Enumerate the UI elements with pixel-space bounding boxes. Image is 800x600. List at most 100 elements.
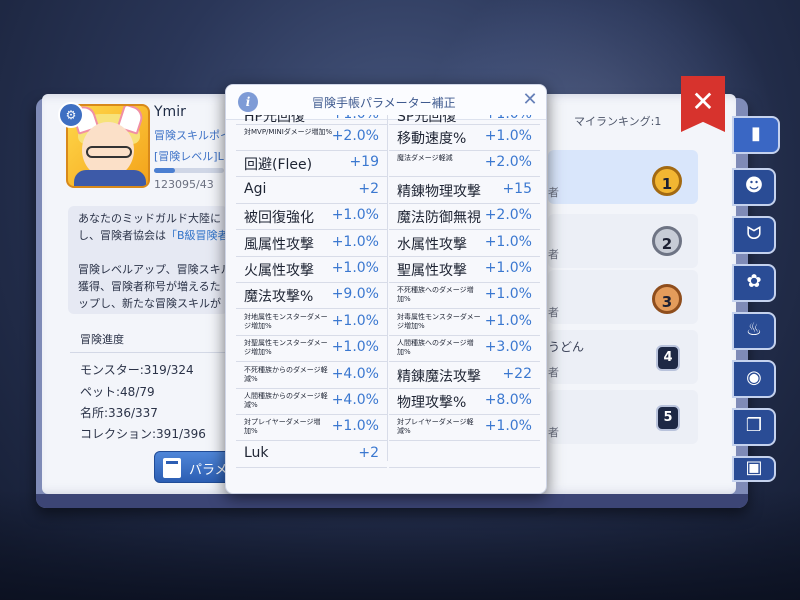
- pet-icon: ✿: [746, 271, 762, 292]
- parameter-cell: 水属性攻撃 +1.0%: [389, 231, 540, 257]
- parameter-cell: 魔法防御無視 +2.0%: [389, 204, 540, 231]
- parameter-label: 魔法防御無視: [397, 210, 481, 227]
- side-tab-monster[interactable]: ☻: [732, 168, 776, 206]
- modal-title: 冒険手帳パラメーター補正: [312, 96, 456, 110]
- adventure-level: [冒険レベル]L: [154, 150, 224, 163]
- parameter-value: +1.0%: [484, 233, 532, 250]
- parameter-label: Luk: [244, 444, 269, 461]
- parameter-value: +1.0%: [484, 312, 532, 329]
- parameter-value: +4.0%: [331, 392, 379, 408]
- avatar-coat: [74, 170, 146, 186]
- info-icon[interactable]: i: [238, 92, 258, 112]
- parameter-label: 回避(Flee): [244, 157, 313, 174]
- parameter-value: +3.0%: [484, 339, 532, 356]
- collection-icon: ❐: [745, 415, 763, 436]
- ranking-subtitle: 者: [548, 366, 559, 379]
- extra-icon: ▣: [745, 457, 763, 478]
- parameter-value: +9.0%: [331, 286, 379, 303]
- guild-badge-icon: ⚙: [58, 102, 84, 128]
- parameter-label: 不死種族へのダメージ増加%: [397, 286, 474, 304]
- side-tab-collection[interactable]: ❐: [732, 408, 776, 446]
- parameter-value: +1.0%: [484, 286, 532, 303]
- divider: [70, 352, 226, 353]
- parameter-cell: 聖属性攻撃 +1.0%: [389, 257, 540, 283]
- adventure-skill-points: 冒険スキルポイ: [154, 129, 231, 142]
- side-tab-extra[interactable]: ▣: [732, 456, 776, 482]
- description-line: し、冒険者協会は: [78, 229, 166, 242]
- parameter-label: 火属性攻撃: [244, 263, 314, 279]
- location-icon: ◉: [746, 367, 762, 388]
- ranking-subtitle: 者: [548, 186, 559, 199]
- description-line: 冒険レベルアップ、冒険スキル: [78, 263, 228, 276]
- parameter-cell: 対MVP/MINIダメージ増加% +2.0%: [236, 125, 387, 151]
- parameter-cell: Agi +2: [236, 178, 387, 204]
- parameter-cell: 人間種族へのダメージ増加% +3.0%: [389, 336, 540, 363]
- chef-hat-icon: ♨: [745, 319, 763, 340]
- progress-place: 名所:336/337: [80, 406, 158, 420]
- rank-3-medal-icon: 3: [652, 284, 682, 314]
- parameter-cell: 不死種族からのダメージ軽減% +4.0%: [236, 363, 387, 389]
- player-name: Ymir: [154, 104, 186, 120]
- parameter-cell: 魔法攻撃% +9.0%: [236, 283, 387, 310]
- parameter-label: 不死種族からのダメージ軽減%: [244, 365, 328, 383]
- parameter-value: +1.0%: [484, 418, 532, 435]
- parameter-label: 対プレイヤーダメージ増加%: [244, 418, 321, 436]
- side-tab-chef[interactable]: ♨: [732, 312, 776, 350]
- progress-pet: ペット:48/79: [80, 385, 155, 399]
- parameter-label: 聖属性攻撃: [397, 263, 467, 279]
- side-tab-pet[interactable]: ✿: [732, 264, 776, 302]
- parameter-cell: 物理攻撃% +8.0%: [389, 389, 540, 415]
- modal-close-icon[interactable]: ✕: [520, 89, 540, 111]
- parameter-cell: 火属性攻撃 +1.0%: [236, 257, 387, 283]
- parameter-button-label: パラメ: [189, 463, 228, 478]
- rank-1-medal-icon: 1: [652, 166, 682, 196]
- parameter-value: +1.0%: [331, 418, 379, 435]
- progress-collection: コレクション:391/396: [80, 427, 206, 441]
- parameter-cell: 対プレイヤーダメージ増加% +1.0%: [236, 415, 387, 442]
- parameter-cell: 風属性攻撃 +1.0%: [236, 231, 387, 257]
- parameter-label: 人間種族からのダメージ軽減%: [244, 392, 328, 409]
- parameter-grid[interactable]: HP光回復+1.0%SP光回復+1.0%対MVP/MINIダメージ増加%+2.0…: [236, 115, 540, 487]
- parameter-value: +2: [358, 180, 379, 197]
- exp-bar-fill: [154, 168, 175, 173]
- parameter-value: +2.0%: [484, 154, 532, 171]
- parameter-value: +4.0%: [331, 365, 379, 382]
- parameter-cell: Luk +2: [236, 442, 387, 468]
- parameter-value: +19: [349, 154, 379, 171]
- parameter-value: +2.0%: [331, 128, 379, 144]
- parameter-label: 対プレイヤーダメージ軽減%: [397, 418, 474, 436]
- exp-text: 123095/43: [154, 178, 214, 191]
- parameter-value: +1.0%: [331, 233, 379, 250]
- parameter-cell: 魔法ダメージ軽減 +2.0%: [389, 151, 540, 178]
- parameter-label: 対聖属性モンスターダメージ増加%: [244, 339, 328, 357]
- parameter-cell: 人間種族からのダメージ軽減% +4.0%: [236, 389, 387, 415]
- rank-2-medal-icon: 2: [652, 226, 682, 256]
- parameter-cell: 不死種族へのダメージ増加% +1.0%: [389, 283, 540, 310]
- description-line: あなたのミッドガルド大陸に: [78, 212, 221, 225]
- ranking-subtitle: 者: [548, 426, 559, 439]
- side-tab-horns[interactable]: ᗢ: [732, 216, 776, 254]
- parameter-cell: 精錬物理攻撃 +15: [389, 178, 540, 204]
- column-divider: [387, 115, 388, 461]
- parameter-label: 対MVP/MINIダメージ増加%: [244, 128, 333, 136]
- side-tab-location[interactable]: ◉: [732, 360, 776, 398]
- parameter-label: Agi: [244, 180, 267, 197]
- progress-monster: モンスター:319/324: [80, 363, 194, 377]
- side-tab-book[interactable]: ▮: [732, 116, 780, 154]
- parameter-label: 対地属性モンスターダメージ増加%: [244, 312, 328, 330]
- parameter-cell: 被回復強化 +1.0%: [236, 204, 387, 231]
- parameter-value: +15: [502, 180, 532, 197]
- parameter-value: +8.0%: [484, 392, 532, 408]
- parameter-cell: 対プレイヤーダメージ軽減% +1.0%: [389, 415, 540, 442]
- my-ranking: マイランキング:1: [574, 115, 662, 128]
- parameter-cell: 対地属性モンスターダメージ増加% +1.0%: [236, 310, 387, 336]
- book-icon: [163, 458, 181, 478]
- ranking-name: うどん: [548, 340, 585, 354]
- description-text: あなたのミッドガルド大陸に し、冒険者協会は「B級冒険者 冒険レベルアップ、冒険…: [78, 210, 228, 312]
- parameter-value: +1.0%: [331, 312, 379, 329]
- exp-bar: [154, 168, 224, 173]
- description-line: 獲得、冒険者称号が増えるた: [78, 280, 221, 293]
- parameter-label: 人間種族へのダメージ増加%: [397, 339, 474, 357]
- progress-title: 冒険進度: [80, 333, 124, 346]
- description-line: ップし、新たな冒険スキルが: [78, 297, 221, 310]
